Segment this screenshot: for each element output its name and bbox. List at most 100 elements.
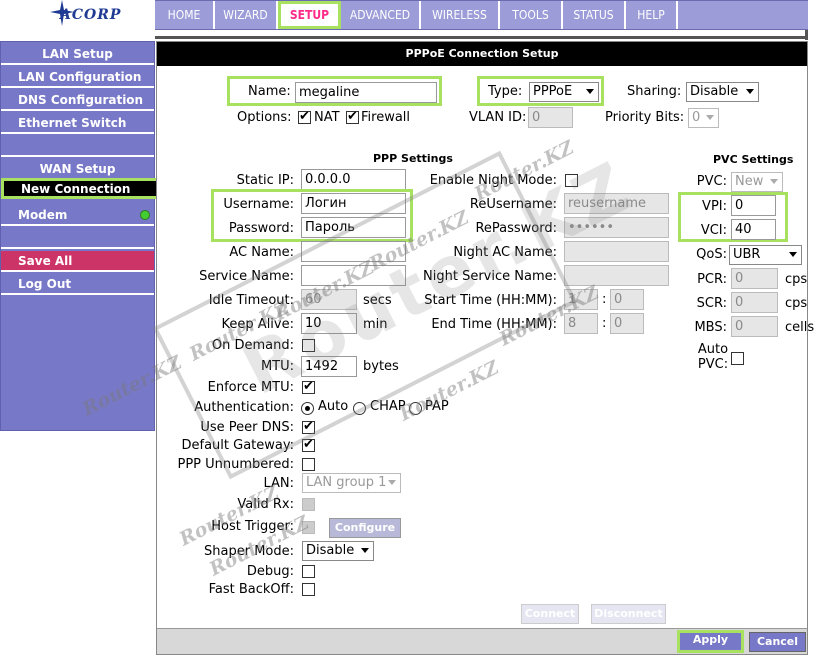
sharing-select[interactable]: Disable	[686, 82, 759, 102]
night-mode-checkbox[interactable]	[565, 174, 578, 187]
mtu-input[interactable]: 1492	[301, 356, 357, 377]
logout-button[interactable]: Log Out	[1, 274, 154, 295]
chevron-down-icon	[361, 548, 369, 553]
vpi-label: VPI:	[702, 199, 727, 214]
auth-pap-radio[interactable]	[409, 402, 422, 415]
logo: ACORP	[60, 7, 122, 23]
host-trigger-checkbox[interactable]	[302, 521, 315, 534]
lan-group-select[interactable]: LAN group 1	[302, 473, 401, 493]
sidebar-item-dns-configuration[interactable]: DNS Configuration	[1, 90, 154, 111]
idle-timeout-input[interactable]: 60	[301, 289, 357, 310]
chevron-down-icon	[586, 89, 594, 94]
lan-label: LAN:	[263, 476, 294, 491]
connect-button[interactable]: Connect	[521, 604, 579, 624]
auto-pvc-checkbox[interactable]	[731, 352, 744, 365]
enforce-mtu-label: Enforce MTU:	[207, 380, 294, 395]
qos-select[interactable]: UBR	[729, 245, 802, 265]
chevron-down-icon	[706, 115, 714, 120]
nat-checkbox[interactable]	[298, 109, 311, 124]
tab-wireless[interactable]: WIRELESS	[421, 1, 500, 29]
repassword-input[interactable]: ••••••	[564, 217, 669, 238]
top-navigation: HOME WIZARD SETUP ADVANCED WIRELESS TOOL…	[155, 0, 808, 30]
configure-button[interactable]: Configure	[329, 518, 401, 538]
tab-home[interactable]: HOME	[155, 1, 215, 29]
ac-name-input[interactable]	[301, 241, 406, 262]
tab-status[interactable]: STATUS	[563, 1, 626, 29]
auth-auto-radio[interactable]	[301, 402, 314, 415]
service-name-input[interactable]	[301, 265, 406, 286]
sidebar-spacer	[1, 136, 154, 157]
pvc-label: PVC:	[696, 174, 727, 189]
scr-unit: cps	[785, 296, 808, 311]
auth-pap-label: PAP	[425, 399, 449, 414]
shaper-mode-select[interactable]: Disable	[302, 541, 374, 561]
tab-wizard[interactable]: WIZARD	[215, 1, 278, 29]
start-time-colon: :	[602, 292, 607, 307]
night-service-name-input[interactable]	[564, 265, 669, 286]
qos-label: QoS:	[696, 247, 727, 262]
use-peer-dns-checkbox[interactable]	[302, 419, 315, 434]
ppp-unnumbered-checkbox[interactable]	[302, 458, 315, 471]
default-gateway-label: Default Gateway:	[181, 438, 295, 453]
night-ac-name-input[interactable]	[564, 241, 669, 262]
start-time-minutes-input[interactable]: 0	[610, 289, 644, 310]
fast-backoff-checkbox[interactable]	[302, 583, 315, 596]
apply-button[interactable]: Apply	[677, 630, 744, 653]
auth-chap-radio[interactable]	[353, 402, 366, 415]
tab-setup[interactable]: SETUP	[278, 1, 341, 29]
disconnect-button[interactable]: Disconnect	[591, 604, 666, 624]
static-ip-input[interactable]: 0.0.0.0	[301, 169, 406, 190]
sidebar-item-new-connection[interactable]: New Connection	[1, 178, 161, 199]
start-time-hours-input[interactable]: 1	[564, 289, 598, 310]
end-time-minutes-input[interactable]: 0	[610, 313, 644, 334]
pcr-input[interactable]: 0	[731, 268, 778, 289]
name-label: Name:	[248, 84, 291, 99]
shaper-mode-label: Shaper Mode:	[204, 544, 294, 559]
on-demand-checkbox[interactable]	[302, 339, 315, 352]
enable-night-mode-label: Enable Night Mode:	[429, 173, 557, 188]
sidebar-item-modem-label: Modem	[18, 208, 68, 222]
password-input[interactable]: Пароль	[301, 217, 406, 238]
priority-select[interactable]: 0	[688, 108, 719, 128]
nav-edge	[805, 30, 808, 40]
sidebar-header-wan: WAN Setup	[1, 159, 154, 180]
pvc-select-value: New	[735, 174, 764, 189]
type-select[interactable]: PPPoE	[529, 82, 599, 102]
host-trigger-label: Host Trigger:	[211, 519, 294, 534]
save-all-button[interactable]: Save All	[1, 251, 154, 272]
repassword-label: RePassword:	[475, 221, 557, 236]
end-time-hours-input[interactable]: 8	[564, 313, 598, 334]
username-input[interactable]: Логин	[301, 193, 406, 214]
scr-input[interactable]: 0	[731, 292, 778, 313]
ac-name-label: AC Name:	[229, 245, 294, 260]
valid-rx-checkbox[interactable]	[302, 498, 315, 511]
sidebar-item-ethernet-switch[interactable]: Ethernet Switch	[1, 113, 154, 134]
keep-alive-input[interactable]: 10	[301, 313, 357, 334]
tab-help[interactable]: HELP	[626, 1, 678, 29]
vci-input[interactable]: 40	[731, 219, 776, 240]
mbs-input[interactable]: 0	[731, 316, 778, 337]
sidebar-item-lan-configuration[interactable]: LAN Configuration	[1, 67, 154, 88]
static-ip-label: Static IP:	[236, 173, 294, 188]
pvc-select[interactable]: New	[731, 172, 783, 192]
name-input[interactable]: megaline	[295, 82, 437, 103]
chevron-down-icon	[388, 480, 396, 485]
vpi-input[interactable]: 0	[731, 195, 776, 216]
debug-checkbox[interactable]	[302, 565, 315, 578]
start-time-label: Start Time (HH:MM):	[424, 293, 557, 308]
logo-area: ACORP	[0, 0, 155, 30]
reusername-input[interactable]: reusername	[564, 193, 669, 214]
tab-advanced[interactable]: ADVANCED	[341, 1, 421, 29]
main-panel: PPPoE Connection Setup Name: megaline Ty…	[156, 41, 814, 655]
chevron-down-icon	[770, 179, 778, 184]
tab-tools[interactable]: TOOLS	[500, 1, 563, 29]
vlan-input[interactable]: 0	[528, 107, 573, 128]
page-title: PPPoE Connection Setup	[157, 42, 807, 66]
night-ac-name-label: Night AC Name:	[453, 245, 557, 260]
keep-alive-label: Keep Alive:	[221, 317, 294, 332]
cancel-button[interactable]: Cancel	[749, 632, 806, 652]
sidebar-item-modem[interactable]: Modem	[1, 205, 154, 226]
enforce-mtu-checkbox[interactable]	[302, 379, 315, 394]
default-gateway-checkbox[interactable]	[302, 437, 315, 452]
firewall-checkbox[interactable]	[346, 109, 359, 124]
